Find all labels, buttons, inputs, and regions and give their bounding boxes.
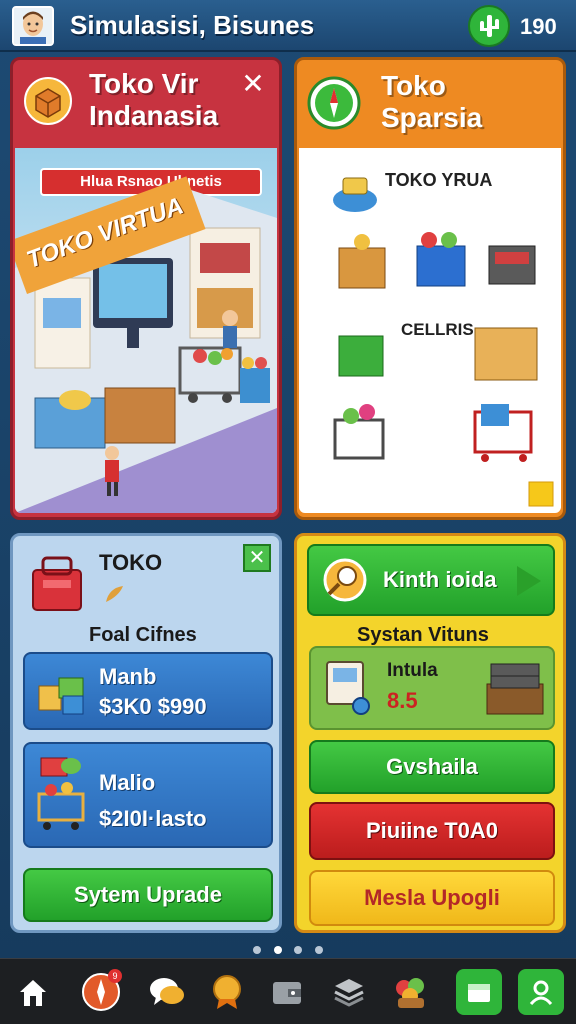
catalog-panel: TOKO YRUA CELLRIS [299, 148, 561, 513]
chat-icon[interactable] [144, 969, 190, 1015]
panel-subtitle: Systan Vituns [357, 624, 489, 646]
chevron-right-icon [517, 566, 541, 596]
card-sistem-panel: Kinth ioida Systan Vituns Intula 8.5 Gvs… [294, 533, 566, 933]
crate-stack-icon [486, 663, 544, 715]
page-dot[interactable] [294, 946, 303, 954]
list-item[interactable]: Manb $3K0 $990 [23, 652, 273, 730]
store-scene: Hlua Rsnao Ubnetis TOKO VIRTUA [15, 148, 277, 513]
fruit-basket-icon[interactable] [388, 969, 434, 1015]
stat-title: Intula [387, 660, 438, 681]
notification-badge: 9 [108, 969, 122, 983]
card-title-line2: Indanasia [89, 100, 219, 131]
leaf-icon [103, 582, 127, 606]
kinth-button-label: Kinth ioida [383, 567, 497, 592]
list-item[interactable]: Malio $2I0I·lasto [23, 742, 273, 848]
card-title-line2: Sparsia [381, 102, 483, 133]
card-title-line1: Toko Vir [89, 68, 199, 99]
panel-title: TOKO [99, 550, 163, 575]
page-dot[interactable] [273, 946, 282, 954]
stack-icon[interactable] [326, 969, 372, 1015]
compass-icon[interactable]: 9 [78, 969, 124, 1015]
page-indicator [0, 941, 576, 959]
card-toko-sparsia[interactable]: Toko Sparsia TOKO YRUA CELLRIS [294, 57, 566, 520]
mesla-upgrade-button[interactable]: Mesla Upogli [309, 870, 555, 926]
store-icon[interactable] [456, 969, 502, 1015]
badge-icon[interactable] [204, 969, 250, 1015]
checkbox-icon[interactable]: ✕ [243, 544, 271, 572]
stat-value: 8.5 [387, 688, 418, 713]
compass-icon [307, 76, 361, 130]
piuiine-button[interactable]: Piuiine T0A0 [309, 802, 555, 860]
home-icon[interactable] [10, 969, 56, 1015]
close-icon[interactable]: ✕ [239, 70, 267, 98]
cactus-coin-icon[interactable] [468, 5, 510, 47]
row-label: Manb [99, 664, 157, 689]
magnifier-icon [323, 558, 367, 602]
row-value: $2I0I·lasto [99, 806, 207, 831]
page-dot[interactable] [314, 946, 323, 954]
app-header: Simulasisi, Bisunes 190 [0, 0, 576, 52]
box-icon [23, 76, 73, 126]
page-dot[interactable] [253, 946, 262, 954]
row-value: $3K0 $990 [99, 694, 207, 719]
coin-count: 190 [520, 14, 557, 39]
system-upgrade-button[interactable]: Sytem Uprade [23, 868, 273, 922]
catalog-items [333, 177, 554, 507]
row-label: Malio [99, 770, 156, 795]
panel-subtitle: Foal Cifnes [89, 624, 197, 646]
card-title-line1: Toko [381, 70, 446, 101]
wallet-icon[interactable] [264, 969, 310, 1015]
crates-icon [38, 677, 84, 715]
shop-bag-icon [29, 550, 85, 614]
bottom-nav: 9 [0, 958, 576, 1024]
gvshaila-button[interactable]: Gvshaila [309, 740, 555, 794]
card-toko-virtual[interactable]: Toko Vir Indanasia ✕ Hlua Rsnao Ubnetis [10, 57, 282, 520]
cart-icon [37, 757, 85, 830]
card-toko-panel: TOKO ✕ Foal Cifnes Manb $3K0 $990 Malio … [10, 533, 282, 933]
profile-icon[interactable] [518, 969, 564, 1015]
device-icon [326, 661, 370, 715]
kinth-button[interactable]: Kinth ioida [307, 544, 555, 616]
app-title: Simulasisi, Bisunes [70, 10, 315, 40]
user-avatar-icon[interactable] [12, 6, 54, 46]
stat-panel: Intula 8.5 [309, 646, 555, 730]
